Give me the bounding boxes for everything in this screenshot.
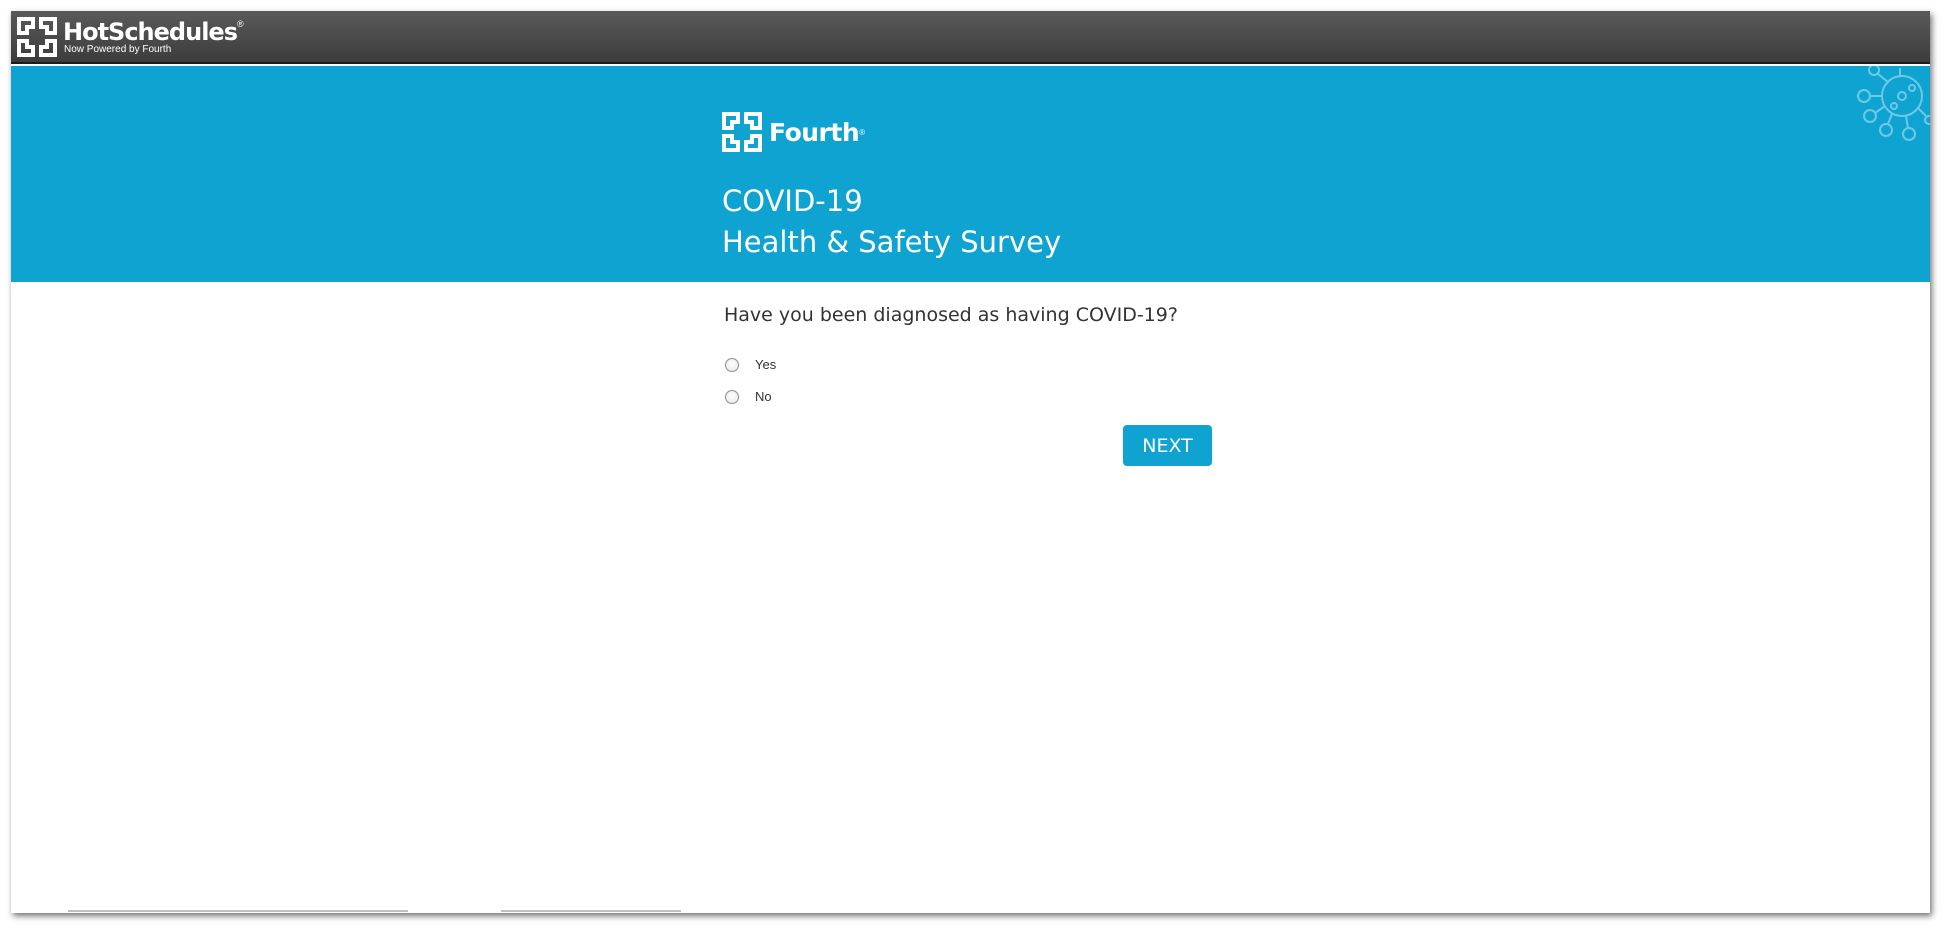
option-yes[interactable]: Yes bbox=[725, 357, 776, 372]
fourth-logo-icon bbox=[722, 112, 762, 152]
radio-yes[interactable] bbox=[725, 357, 739, 372]
title-line-1: COVID-19 bbox=[722, 184, 863, 218]
survey-question: Have you been diagnosed as having COVID-… bbox=[724, 304, 1178, 326]
radio-no[interactable] bbox=[725, 389, 739, 404]
option-no-label: No bbox=[755, 389, 772, 404]
brand-name: HotSchedules bbox=[63, 17, 238, 46]
title-line-2: Health & Safety Survey bbox=[722, 225, 1062, 259]
fourth-logo: Fourth ® bbox=[722, 112, 865, 152]
page-title: COVID-19 Health & Safety Survey bbox=[722, 181, 1061, 263]
fourth-logo-text: Fourth bbox=[769, 117, 860, 147]
fourth-trademark: ® bbox=[859, 127, 866, 137]
browser-window: HotSchedules® Now Powered by Fourth Four… bbox=[11, 11, 1930, 913]
brand-trademark: ® bbox=[236, 18, 244, 29]
bottom-divider bbox=[68, 910, 408, 912]
option-no[interactable]: No bbox=[725, 389, 772, 404]
top-app-bar: HotSchedules® Now Powered by Fourth bbox=[11, 11, 1930, 64]
brand-subtitle: Now Powered by Fourth bbox=[64, 43, 172, 55]
option-yes-label: Yes bbox=[755, 357, 777, 372]
virus-icon bbox=[1857, 66, 1930, 141]
bottom-divider bbox=[501, 910, 681, 912]
next-button[interactable]: NEXT bbox=[1123, 425, 1212, 466]
hotschedules-logo[interactable]: HotSchedules® Now Powered by Fourth bbox=[17, 17, 244, 57]
survey-header-banner: Fourth ® COVID-19 Health & Safety Survey bbox=[11, 66, 1930, 282]
hotschedules-logo-icon bbox=[17, 17, 57, 57]
